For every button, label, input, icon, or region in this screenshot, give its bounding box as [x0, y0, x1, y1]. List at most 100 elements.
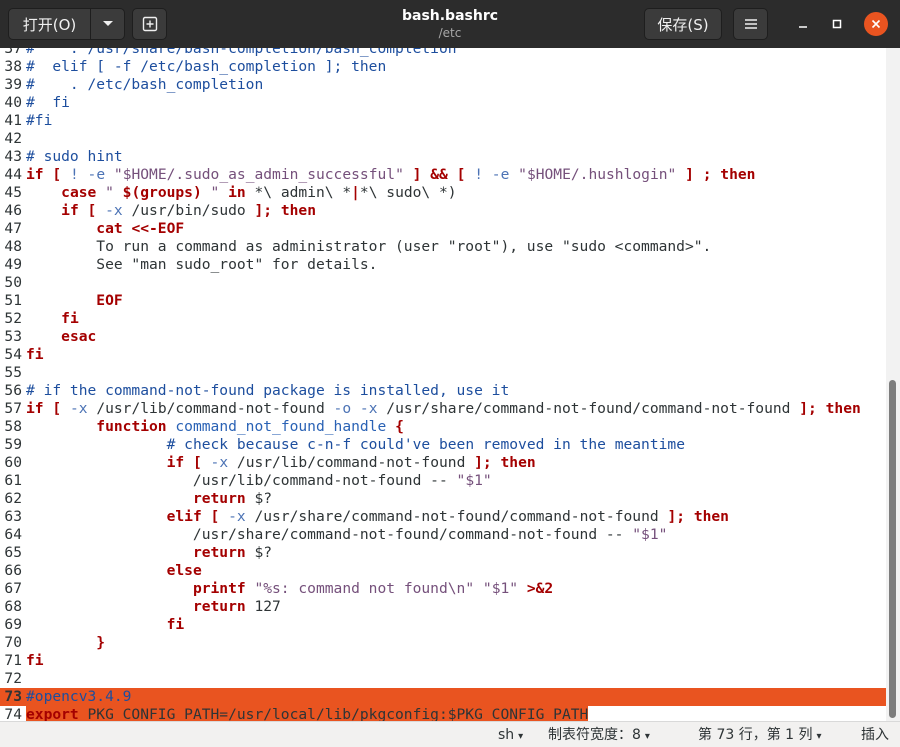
- line-number: 45: [4, 184, 22, 201]
- line-text: fi: [26, 310, 79, 328]
- code-token: case: [61, 184, 97, 201]
- code-line[interactable]: 61 /usr/lib/command-not-found -- "$1": [0, 472, 886, 490]
- open-button[interactable]: 打开(O): [8, 8, 91, 40]
- vertical-scrollbar[interactable]: [886, 48, 900, 721]
- code-line[interactable]: 67 printf "%s: command not found\n" "$1"…: [0, 580, 886, 598]
- code-token: *\ admin\ *: [245, 184, 352, 201]
- code-line[interactable]: 57 if [ -x /usr/lib/command-not-found -o …: [0, 400, 886, 418]
- cursor-position-label: 第 73 行，第 1 列: [698, 727, 813, 743]
- code-line[interactable]: 68 return 127: [0, 598, 886, 616]
- code-token: To run a command as administrator (user …: [26, 238, 712, 255]
- code-token: then: [280, 202, 317, 219]
- line-text: # if the command-not-found package is in…: [26, 382, 509, 400]
- code-line[interactable]: 48 To run a command as administrator (us…: [0, 238, 886, 256]
- code-line[interactable]: 42: [0, 130, 886, 148]
- code-line[interactable]: 52 fi: [0, 310, 886, 328]
- cursor-position[interactable]: 第 73 行，第 1 列 ▾: [698, 726, 822, 746]
- window-title-area: bash.bashrc /etc: [300, 7, 600, 41]
- code-line[interactable]: 56 # if the command-not-found package is …: [0, 382, 886, 400]
- close-button[interactable]: [864, 12, 888, 36]
- scrollbar-thumb[interactable]: [889, 380, 896, 718]
- code-line[interactable]: 65 return $?: [0, 544, 886, 562]
- code-line[interactable]: 40 # fi: [0, 94, 886, 112]
- code-token: ;: [702, 166, 712, 183]
- window-title: bash.bashrc: [401, 8, 499, 24]
- code-token: &&: [430, 166, 448, 183]
- new-tab-icon: [142, 16, 157, 32]
- code-line[interactable]: 49 See "man sudo_root" for details.: [0, 256, 886, 274]
- code-line[interactable]: 64 /usr/share/command-not-found/command-…: [0, 526, 886, 544]
- code-token: # elif [ -f /etc/bash_completion ]; then: [26, 58, 387, 75]
- line-number: 67: [4, 580, 22, 597]
- line-text: See "man sudo_root" for details.: [26, 256, 377, 274]
- code-token: /usr/share/command-not-found/command-not…: [245, 508, 668, 525]
- line-text: # . /usr/share/bash-completion/bash_comp…: [26, 48, 457, 58]
- code-line[interactable]: 62 return $?: [0, 490, 886, 508]
- code-line[interactable]: 69 fi: [0, 616, 886, 634]
- line-number: 52: [4, 310, 22, 327]
- code-line[interactable]: 44 if [ ! -e "$HOME/.sudo_as_admin_succes…: [0, 166, 886, 184]
- code-token: fi: [26, 652, 44, 669]
- code-token: *\ sudo\ *): [359, 184, 457, 201]
- code-line[interactable]: 53 esac: [0, 328, 886, 346]
- code-line[interactable]: 59 # check because c-n-f could've been r…: [0, 436, 886, 454]
- menu-button[interactable]: [733, 8, 768, 40]
- code-line[interactable]: 39 # . /etc/bash_completion: [0, 76, 886, 94]
- code-token: return: [192, 544, 246, 561]
- tab-width-selector[interactable]: 制表符宽度：8 ▾: [548, 726, 650, 746]
- code-line[interactable]: 43 # sudo hint: [0, 148, 886, 166]
- line-text: fi: [26, 346, 44, 364]
- maximize-button[interactable]: [825, 12, 849, 36]
- text-editor[interactable]: 37 # . /usr/share/bash-completion/bash_co…: [0, 48, 886, 721]
- code-token: ];: [667, 508, 686, 525]
- maximize-icon: [832, 19, 842, 29]
- code-token: }: [96, 634, 106, 651]
- code-line[interactable]: 74 export PKG_CONFIG_PATH=/usr/local/lib/…: [0, 706, 886, 721]
- line-text: #opencv3.4.9: [26, 688, 131, 706]
- line-number: 38: [4, 58, 22, 75]
- code-line[interactable]: 70 }: [0, 634, 886, 652]
- code-token: [: [52, 400, 62, 417]
- code-token: [: [192, 454, 202, 471]
- code-line[interactable]: 38 # elif [ -f /etc/bash_completion ]; th…: [0, 58, 886, 76]
- line-text: if [ -x /usr/lib/command-not-found ]; th…: [26, 454, 536, 472]
- code-line[interactable]: 55: [0, 364, 886, 382]
- code-line[interactable]: 37 # . /usr/share/bash-completion/bash_co…: [0, 48, 886, 58]
- code-token: -x: [61, 400, 88, 417]
- code-line[interactable]: 58 function command_not_found_handle {: [0, 418, 886, 436]
- language-selector[interactable]: sh ▾: [498, 726, 523, 746]
- code-token: -x: [359, 400, 378, 417]
- line-text: elif [ -x /usr/share/command-not-found/c…: [26, 508, 729, 526]
- code-line[interactable]: 72: [0, 670, 886, 688]
- line-number: 71: [4, 652, 22, 669]
- code-line[interactable]: 45 case " $(groups) " in *\ admin\ *|*\ …: [0, 184, 886, 202]
- code-line[interactable]: 46 if [ -x /usr/bin/sudo ]; then: [0, 202, 886, 220]
- code-line[interactable]: 71 fi: [0, 652, 886, 670]
- code-line[interactable]: 47 cat <<-EOF: [0, 220, 886, 238]
- line-number: 49: [4, 256, 22, 273]
- line-number: 74: [4, 706, 22, 721]
- open-dropdown-button[interactable]: [90, 8, 125, 40]
- code-line[interactable]: 60 if [ -x /usr/lib/command-not-found ];…: [0, 454, 886, 472]
- minimize-button[interactable]: [791, 12, 815, 36]
- code-line[interactable]: 54 fi: [0, 346, 886, 364]
- code-line[interactable]: 63 elif [ -x /usr/share/command-not-foun…: [0, 508, 886, 526]
- hamburger-menu-icon: [744, 19, 757, 29]
- new-tab-button[interactable]: [132, 8, 167, 40]
- save-button[interactable]: 保存(S): [644, 8, 722, 40]
- code-line[interactable]: 73 #opencv3.4.9: [0, 688, 886, 706]
- code-line[interactable]: 50: [0, 274, 886, 292]
- code-line[interactable]: 66 else: [0, 562, 886, 580]
- code-line[interactable]: 41 #fi: [0, 112, 886, 130]
- code-line[interactable]: 51 EOF: [0, 292, 886, 310]
